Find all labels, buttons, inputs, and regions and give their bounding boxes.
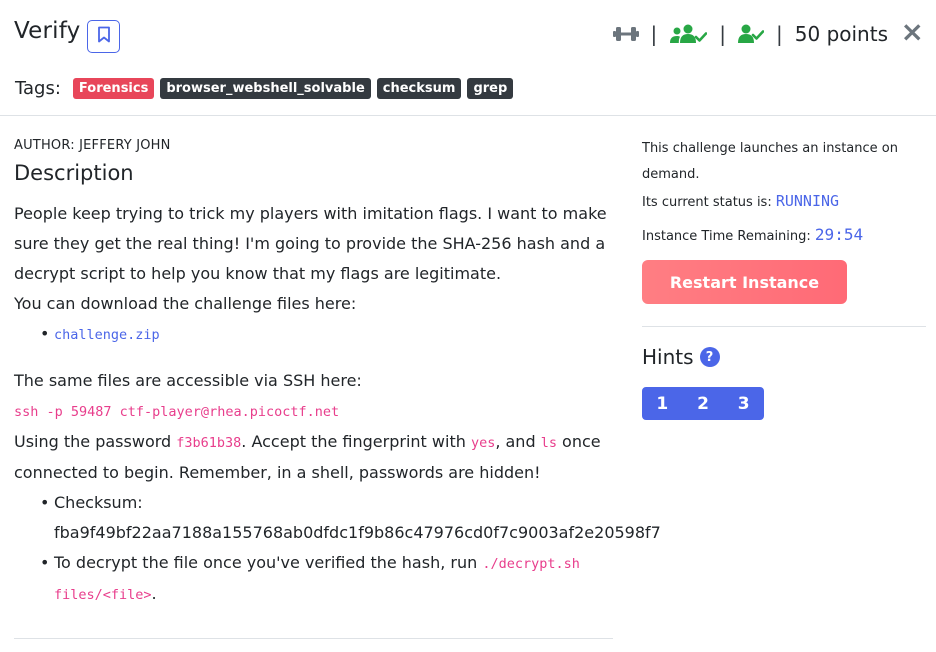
download-text: You can download the challenge files her… bbox=[14, 294, 357, 313]
challenge-header: Verify | | | 50 points × Tags: Forensics… bbox=[0, 0, 936, 116]
users-check-icon bbox=[669, 24, 708, 44]
time-remaining: 29:54 bbox=[814, 225, 864, 244]
challenge-description-panel: AUTHOR: JEFFERY JOHN Description People … bbox=[14, 138, 661, 610]
bookmark-button[interactable] bbox=[87, 20, 120, 53]
password-paragraph: Using the password f3b61b38. Accept the … bbox=[14, 427, 614, 488]
stat-separator: | bbox=[719, 22, 727, 46]
challenge-stats: | | | 50 points bbox=[612, 22, 888, 46]
hint-button-2[interactable]: 2 bbox=[683, 387, 724, 420]
user-check-icon bbox=[738, 24, 765, 44]
dumbbell-icon bbox=[612, 25, 639, 43]
help-icon[interactable]: ? bbox=[699, 347, 720, 367]
restart-instance-button[interactable]: Restart Instance bbox=[642, 260, 847, 304]
hints-title: Hints bbox=[642, 345, 694, 369]
divider bbox=[642, 326, 926, 327]
bookmark-icon bbox=[97, 26, 111, 47]
tags-label: Tags: bbox=[15, 78, 61, 99]
hint-button-group: 1 2 3 bbox=[642, 387, 764, 420]
challenge-title: Verify bbox=[14, 18, 81, 44]
fingerprint-text: . Accept the fingerprint with bbox=[241, 432, 471, 451]
list-item: To decrypt the file once you've verified… bbox=[40, 548, 614, 610]
period: . bbox=[151, 584, 157, 603]
tag-grep[interactable]: grep bbox=[467, 78, 514, 99]
hint-button-3[interactable]: 3 bbox=[723, 387, 764, 420]
password-prefix: Using the password bbox=[14, 432, 177, 451]
list-item: Checksum: fba9f49bf22aa7188a155768ab0dfdc… bbox=[40, 488, 661, 548]
and-text: , and bbox=[495, 432, 541, 451]
status-value: RUNNING bbox=[775, 192, 840, 210]
status-label: Its current status is: bbox=[642, 195, 776, 210]
description-heading: Description bbox=[14, 161, 134, 185]
instance-status: Its current status is: RUNNING bbox=[642, 188, 926, 216]
tags-row: Tags: Forensics browser_webshell_solvabl… bbox=[15, 78, 514, 99]
ssh-text: The same files are accessible via SSH he… bbox=[14, 371, 362, 390]
ssh-command-line: ssh -p 59487 ctf-player@rhea.picoctf.net bbox=[14, 396, 614, 427]
hints-header: Hints ? bbox=[642, 345, 926, 369]
tag-checksum[interactable]: checksum bbox=[376, 78, 462, 99]
stat-separator: | bbox=[650, 22, 658, 46]
tag-forensics[interactable]: Forensics bbox=[72, 78, 155, 99]
hint-button-1[interactable]: 1 bbox=[642, 387, 683, 420]
instance-panel: This challenge launches an instance on d… bbox=[642, 136, 926, 420]
list-item: challenge.zip bbox=[40, 319, 614, 350]
decrypt-text: To decrypt the file once you've verified… bbox=[54, 553, 483, 572]
password-code: f3b61b38 bbox=[176, 435, 242, 451]
tag-browser-webshell-solvable[interactable]: browser_webshell_solvable bbox=[160, 78, 371, 99]
description-text: People keep trying to trick my players w… bbox=[14, 204, 607, 283]
download-list: challenge.zip bbox=[14, 319, 614, 350]
ls-code: ls bbox=[540, 435, 557, 451]
stat-separator: | bbox=[776, 22, 783, 46]
instance-time: Instance Time Remaining: 29:54 bbox=[642, 222, 926, 250]
divider bbox=[14, 638, 613, 639]
instructions-list: Checksum: fba9f49bf22aa7188a155768ab0dfdc… bbox=[14, 488, 661, 610]
yes-code: yes bbox=[470, 435, 496, 451]
close-button[interactable]: × bbox=[901, 18, 924, 46]
checksum-label: Checksum: bbox=[54, 493, 143, 512]
close-icon: × bbox=[900, 15, 924, 48]
points-label: 50 points bbox=[794, 22, 888, 46]
checksum-value: fba9f49bf22aa7188a155768ab0dfdc1f9b86c47… bbox=[54, 523, 661, 542]
ssh-command: ssh -p 59487 ctf-player@rhea.picoctf.net bbox=[14, 404, 340, 420]
time-label: Instance Time Remaining: bbox=[642, 229, 815, 244]
instance-launch-text: This challenge launches an instance on d… bbox=[642, 141, 898, 182]
author-line: AUTHOR: JEFFERY JOHN bbox=[14, 138, 171, 153]
challenge-zip-link[interactable]: challenge.zip bbox=[54, 327, 160, 343]
